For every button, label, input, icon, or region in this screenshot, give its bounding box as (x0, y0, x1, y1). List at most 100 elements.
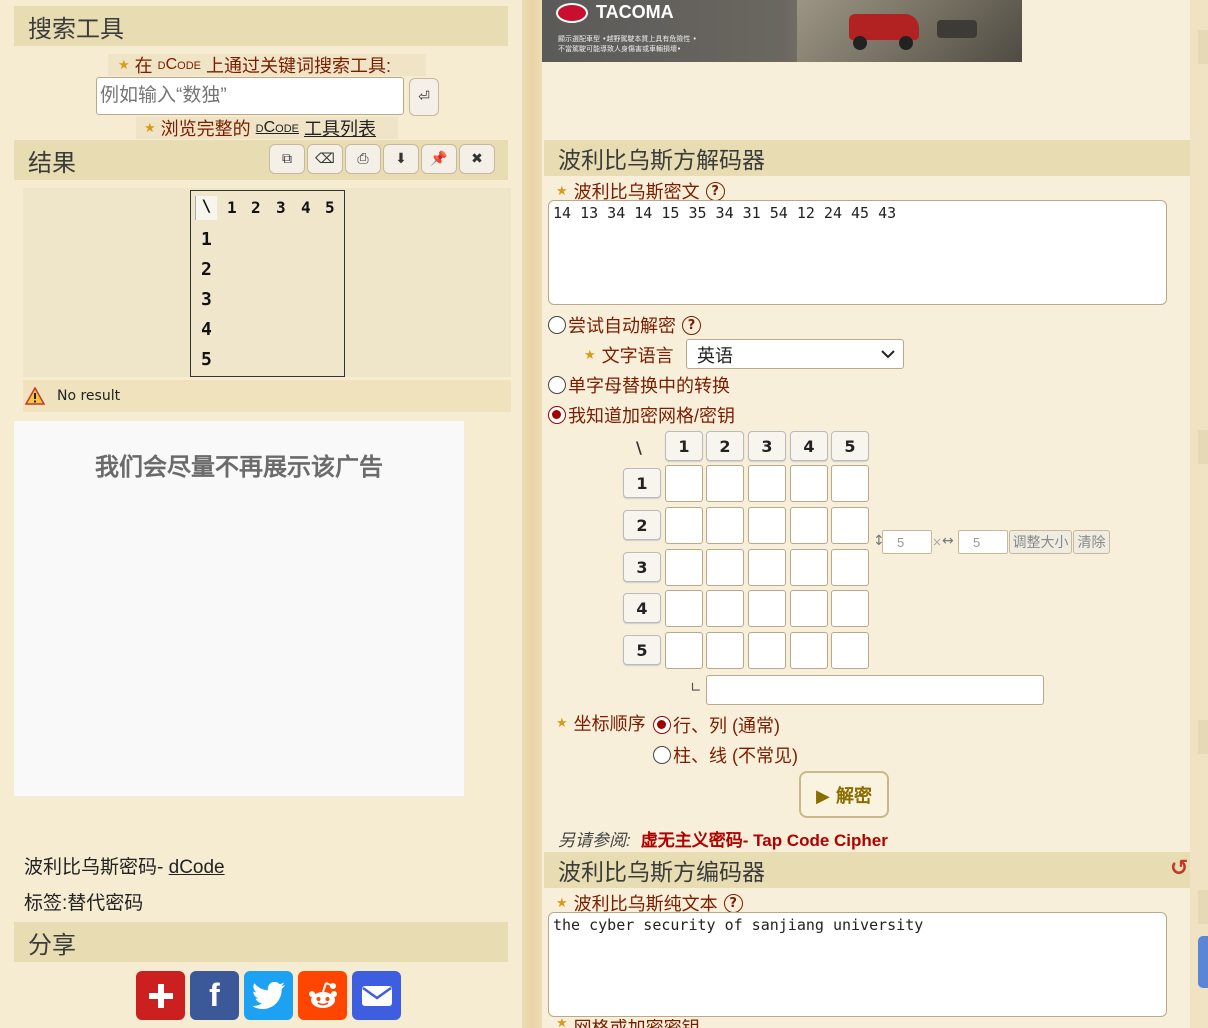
mono-subst-option[interactable]: 单字母替换中的转换 (548, 372, 730, 398)
resize-button[interactable]: 调整大小 (1009, 530, 1072, 554)
key-input[interactable] (706, 675, 1044, 705)
grid-col-header: 1 (227, 198, 237, 217)
times-sign: × (932, 535, 943, 549)
share-plus-button[interactable] (136, 971, 185, 1020)
pin-button[interactable]: 📌 (421, 144, 457, 174)
key-grid-cell[interactable] (748, 590, 786, 627)
key-grid-col-header[interactable]: 5 (831, 431, 869, 461)
dcode-brand: dCode (255, 119, 299, 136)
ciphertext-value: 14 13 34 14 15 35 34 31 54 12 24 45 43 (553, 204, 897, 222)
tag-link[interactable]: 替代密码 (67, 893, 143, 914)
coord-col-row-option[interactable]: 柱、线 (不常见) (653, 742, 798, 768)
grid-col-header: 4 (301, 198, 311, 217)
share-facebook-button[interactable]: f (190, 971, 239, 1020)
plaintext-input[interactable]: the cyber security of sanjiang universit… (548, 912, 1167, 1017)
coord-col-row-radio[interactable] (653, 746, 671, 764)
share-header: 分享 (14, 922, 508, 962)
print-button[interactable]: ⎙ (345, 144, 381, 174)
help-icon[interactable]: ? (705, 181, 725, 201)
key-grid-cell[interactable] (790, 549, 828, 586)
key-grid-row-header[interactable]: 2 (623, 510, 661, 540)
key-grid-cell[interactable] (790, 590, 828, 627)
key-grid-col-header[interactable]: 4 (790, 431, 828, 461)
key-grid-cell[interactable] (706, 590, 744, 627)
key-grid-cell[interactable] (790, 507, 828, 544)
auto-decrypt-option[interactable]: 尝试自动解密 ? (548, 312, 701, 338)
key-grid-cell[interactable] (665, 507, 703, 544)
download-icon: ⬇ (395, 151, 407, 167)
clear-grid-label: 清除 (1077, 535, 1106, 551)
key-grid-cell[interactable] (665, 590, 703, 627)
mono-subst-radio[interactable] (548, 376, 566, 394)
key-grid-row-header[interactable]: 1 (623, 468, 661, 498)
auto-decrypt-radio[interactable] (548, 316, 566, 334)
known-grid-option[interactable]: 我知道加密网格/密钥 (548, 402, 735, 428)
download-button[interactable]: ⬇ (383, 144, 419, 174)
key-grid-cell[interactable] (665, 549, 703, 586)
tap-code-link[interactable]: Tap Code Cipher (753, 831, 888, 850)
key-grid-cell[interactable] (706, 632, 744, 669)
key-grid-cell[interactable] (706, 549, 744, 586)
key-grid-cell[interactable] (748, 465, 786, 502)
help-icon[interactable]: ? (682, 315, 701, 335)
key-grid-cell[interactable] (706, 507, 744, 544)
coord-row-col-option[interactable]: 行、列 (通常) (653, 712, 780, 738)
rows-size-input[interactable] (882, 530, 932, 554)
auto-decrypt-label: 尝试自动解密 (568, 316, 676, 336)
key-grid-cell[interactable] (831, 465, 869, 502)
key-grid-cell[interactable] (665, 632, 703, 669)
coord-row-col-radio[interactable] (653, 716, 671, 734)
warning-icon (25, 387, 45, 405)
language-select[interactable]: 英语 (686, 339, 904, 369)
key-grid-row-header[interactable]: 4 (623, 593, 661, 623)
plaintext-value: the cyber security of sanjiang universit… (553, 916, 924, 934)
grid-corner: \ (195, 196, 217, 220)
cols-size-icon: ↔ (942, 533, 954, 549)
key-grid-cell[interactable] (706, 465, 744, 502)
key-grid-cell[interactable] (748, 549, 786, 586)
help-icon[interactable]: ? (723, 893, 743, 913)
tacoma-ad-banner[interactable]: TACOMA 顯示選配車型 •越野駕駛本質上具有危險性 • 不當駕駛可能導致人身… (542, 0, 1022, 62)
cipher-name-line: 波利比乌斯密码- dCode (24, 852, 225, 879)
nihilist-cipher-link[interactable]: 虚无主义密码 (641, 831, 743, 850)
key-grid-col-header[interactable]: 2 (706, 431, 744, 461)
share-twitter-button[interactable] (244, 971, 293, 1020)
key-grid-cell[interactable] (748, 507, 786, 544)
key-grid-cell[interactable] (831, 507, 869, 544)
search-input[interactable] (96, 77, 404, 115)
key-grid-cell[interactable] (831, 632, 869, 669)
toyota-logo (556, 3, 588, 23)
key-grid-cell[interactable] (748, 632, 786, 669)
print-icon: ⎙ (357, 151, 369, 167)
share-email-button[interactable] (352, 971, 401, 1020)
encoder-header: 波利比乌斯方编码器 (544, 852, 1190, 888)
ad-text: 我们会尽量不再展示该广告 (95, 453, 383, 481)
key-grid-cell[interactable] (831, 590, 869, 627)
no-result-bar: No result (23, 380, 511, 412)
eraser-icon: ⌫ (315, 151, 335, 167)
dcode-home-link[interactable]: dCode (169, 857, 225, 878)
reset-icon[interactable]: ↺ (1170, 856, 1188, 881)
known-grid-radio[interactable] (548, 406, 566, 424)
key-grid-row-header[interactable]: 5 (623, 635, 661, 665)
share-reddit-button[interactable] (298, 971, 347, 1020)
key-grid-cell[interactable] (665, 465, 703, 502)
banner-line-2: 不當駕駛可能導致人身傷害或車輛損壞• (558, 45, 682, 53)
search-submit-button[interactable]: ⏎ (409, 78, 439, 116)
key-corner-icon: ∟ (690, 680, 702, 696)
key-grid-cell[interactable] (790, 632, 828, 669)
key-grid-cell[interactable] (831, 549, 869, 586)
cols-size-input[interactable] (958, 530, 1008, 554)
ciphertext-input[interactable]: 14 13 34 14 15 35 34 31 54 12 24 45 43 (548, 200, 1167, 305)
browse-tools-link[interactable]: ★ 浏览完整的 dCode 工具列表 (136, 117, 398, 139)
close-results-button[interactable]: ✖ (459, 144, 495, 174)
copy-button[interactable]: ⧉ (269, 144, 305, 174)
key-grid-col-header[interactable]: 3 (748, 431, 786, 461)
key-grid-cell[interactable] (790, 465, 828, 502)
key-grid-col-header[interactable]: 1 (665, 431, 703, 461)
clear-grid-button[interactable]: 清除 (1073, 530, 1110, 554)
key-grid-row-header[interactable]: 3 (623, 552, 661, 582)
decrypt-button[interactable]: ▶ 解密 (799, 771, 889, 818)
clear-results-button[interactable]: ⌫ (307, 144, 343, 174)
browse-suffix: 工具列表 (304, 119, 376, 139)
